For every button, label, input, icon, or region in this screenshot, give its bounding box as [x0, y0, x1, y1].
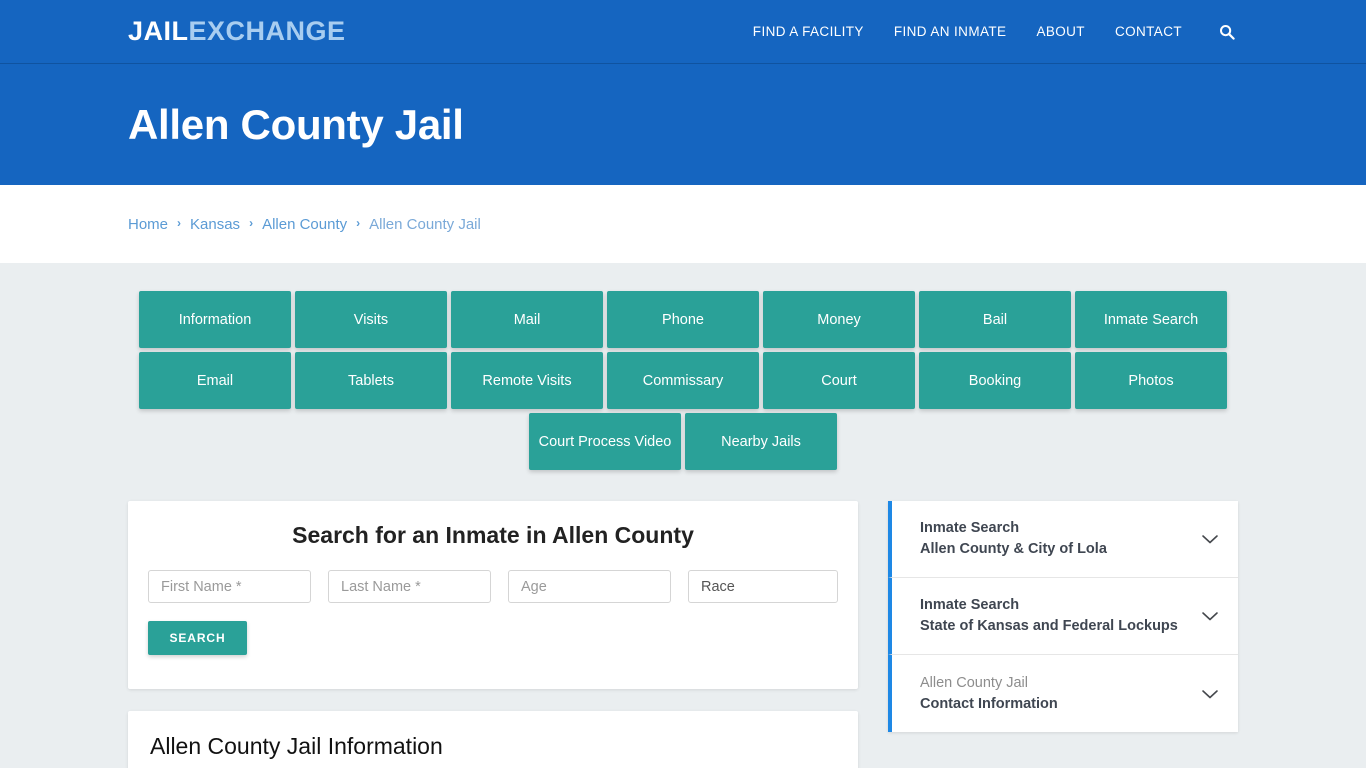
section-button-nearby-jails[interactable]: Nearby Jails — [685, 413, 837, 470]
sidebar-accordion: Inmate Search Allen County & City of Lol… — [888, 501, 1238, 732]
inmate-search-card: Search for an Inmate in Allen County Rac… — [128, 501, 858, 689]
section-button-information[interactable]: Information — [139, 291, 291, 348]
section-button-tablets[interactable]: Tablets — [295, 352, 447, 409]
section-button-inmate-search[interactable]: Inmate Search — [1075, 291, 1227, 348]
logo-part-exchange: EXCHANGE — [188, 16, 346, 46]
nav-find-a-facility[interactable]: FIND A FACILITY — [753, 24, 864, 39]
nav-find-an-inmate[interactable]: FIND AN INMATE — [894, 24, 1007, 39]
section-button-booking[interactable]: Booking — [919, 352, 1071, 409]
accordion-item-contact-information[interactable]: Allen County Jail Contact Information — [888, 655, 1238, 732]
accordion-line2: State of Kansas and Federal Lockups — [920, 618, 1178, 634]
nav-contact[interactable]: CONTACT — [1115, 24, 1182, 39]
section-button-remote-visits[interactable]: Remote Visits — [451, 352, 603, 409]
page-title: Allen County Jail — [128, 100, 464, 148]
chevron-right-icon: › — [356, 216, 361, 230]
section-button-commissary[interactable]: Commissary — [607, 352, 759, 409]
last-name-input[interactable] — [328, 570, 491, 603]
breadcrumb-item-home[interactable]: Home — [128, 216, 168, 233]
section-button-money[interactable]: Money — [763, 291, 915, 348]
accordion-item-text: Inmate Search State of Kansas and Federa… — [920, 595, 1190, 636]
section-button-photos[interactable]: Photos — [1075, 352, 1227, 409]
search-icon — [1220, 24, 1235, 40]
inmate-search-heading: Search for an Inmate in Allen County — [292, 522, 694, 548]
accordion-line1: Allen County Jail — [920, 674, 1028, 691]
breadcrumb-bar: Home › Kansas › Allen County › Allen Cou… — [0, 185, 1366, 263]
content-columns: Search for an Inmate in Allen County Rac… — [128, 501, 1238, 768]
primary-nav: FIND A FACILITY FIND AN INMATE ABOUT CON… — [753, 21, 1238, 43]
first-name-input[interactable] — [148, 570, 311, 603]
search-toggle-button[interactable] — [1216, 21, 1238, 43]
sidebar-column: Inmate Search Allen County & City of Lol… — [888, 501, 1238, 732]
accordion-item-text: Allen County Jail Contact Information — [920, 673, 1190, 714]
chevron-right-icon: › — [249, 216, 254, 230]
race-select[interactable]: Race — [688, 570, 838, 603]
chevron-down-icon — [1202, 535, 1218, 544]
section-button-mail[interactable]: Mail — [451, 291, 603, 348]
chevron-down-icon — [1202, 689, 1218, 698]
breadcrumb: Home › Kansas › Allen County › Allen Cou… — [128, 216, 481, 233]
nav-about[interactable]: ABOUT — [1036, 24, 1085, 39]
page-hero: Allen County Jail — [0, 64, 1366, 185]
accordion-line1: Inmate Search — [920, 520, 1020, 537]
site-header: JAILEXCHANGE FIND A FACILITY FIND AN INM… — [0, 0, 1366, 64]
breadcrumb-item-kansas[interactable]: Kansas — [190, 216, 240, 233]
breadcrumb-item-allen-county[interactable]: Allen County — [262, 216, 347, 233]
section-button-bail[interactable]: Bail — [919, 291, 1071, 348]
section-button-email[interactable]: Email — [139, 352, 291, 409]
section-button-court[interactable]: Court — [763, 352, 915, 409]
age-input[interactable] — [508, 570, 671, 603]
jail-information-card: Allen County Jail Information — [128, 711, 858, 768]
facility-section-buttons: Information Visits Mail Phone Money Bail… — [136, 291, 1230, 470]
chevron-down-icon — [1202, 612, 1218, 621]
accordion-line2: Contact Information — [920, 695, 1058, 712]
main-column: Search for an Inmate in Allen County Rac… — [128, 501, 858, 768]
section-button-phone[interactable]: Phone — [607, 291, 759, 348]
jail-information-heading: Allen County Jail Information — [150, 733, 443, 759]
breadcrumb-item-current: Allen County Jail — [369, 215, 481, 233]
accordion-item-inmate-search-county[interactable]: Inmate Search Allen County & City of Lol… — [888, 501, 1238, 578]
section-button-visits[interactable]: Visits — [295, 291, 447, 348]
accordion-item-inmate-search-state[interactable]: Inmate Search State of Kansas and Federa… — [888, 578, 1238, 655]
inmate-search-fields: Race — [148, 570, 838, 603]
logo-part-jail: JAIL — [128, 16, 189, 46]
chevron-right-icon: › — [177, 216, 182, 230]
site-logo[interactable]: JAILEXCHANGE — [128, 18, 346, 45]
accordion-line1: Inmate Search — [920, 597, 1020, 614]
inmate-search-submit-button[interactable]: SEARCH — [148, 621, 247, 655]
accordion-line2: Allen County & City of Lola — [920, 541, 1107, 557]
section-button-court-process-video[interactable]: Court Process Video — [529, 413, 681, 470]
page-body: Information Visits Mail Phone Money Bail… — [0, 263, 1366, 768]
accordion-item-text: Inmate Search Allen County & City of Lol… — [920, 518, 1190, 559]
